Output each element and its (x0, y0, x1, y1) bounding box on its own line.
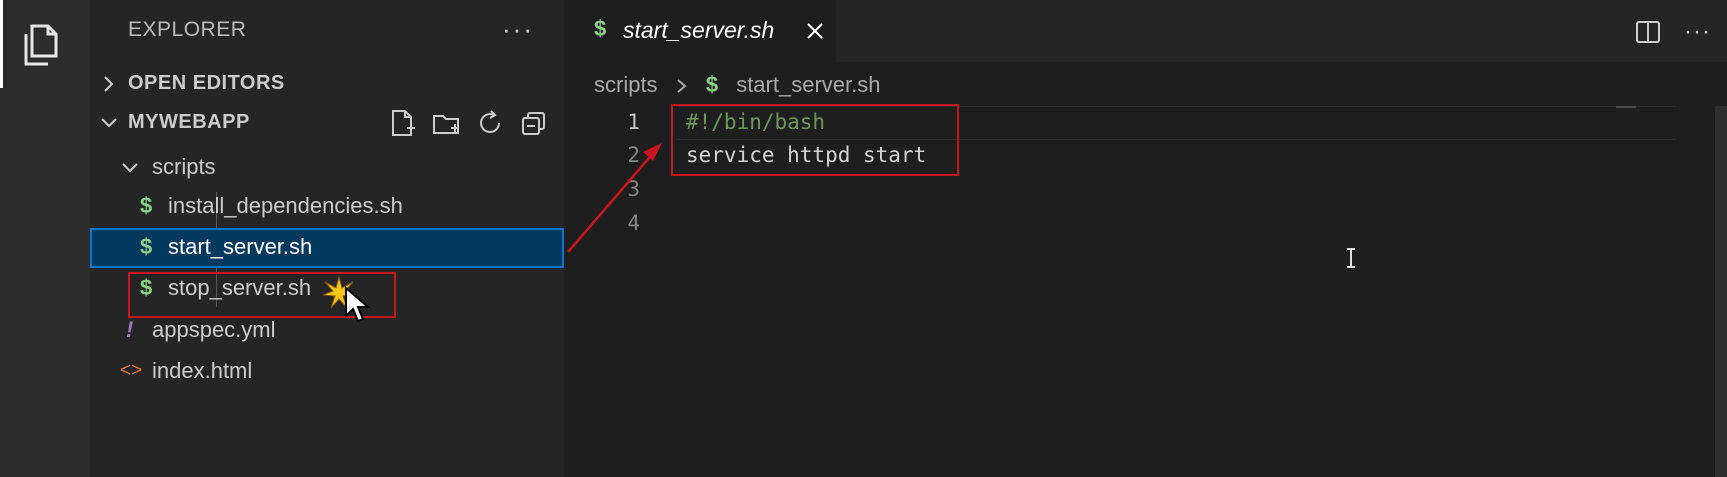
explorer-title: EXPLORER (128, 18, 247, 41)
more-actions-icon[interactable]: ··· (1684, 18, 1711, 46)
tree-item-label: appspec.yml (152, 317, 276, 342)
shell-file-icon: $ (594, 16, 607, 41)
shell-file-icon: $ (140, 234, 153, 259)
html-file-icon: <> (120, 360, 143, 381)
new-folder-icon[interactable] (431, 108, 461, 138)
tree-item-scripts[interactable]: scripts (90, 148, 564, 188)
shell-file-icon: $ (705, 72, 719, 97)
breadcrumb: scripts $ start_server.sh (594, 72, 880, 98)
collapse-all-icon[interactable] (519, 108, 549, 138)
tab-start-server[interactable]: $ start_server.sh (564, 0, 836, 62)
annotation-highlight-box (671, 104, 959, 176)
chevron-right-icon (677, 79, 687, 93)
chevron-down-icon (122, 163, 138, 173)
open-editors-section[interactable]: OPEN EDITORS (90, 63, 564, 105)
chevron-right-icon (104, 76, 114, 92)
split-editor-icon[interactable] (1634, 18, 1662, 46)
chevron-down-icon (101, 118, 117, 128)
close-icon[interactable] (804, 20, 826, 42)
open-editors-title: OPEN EDITORS (128, 72, 285, 94)
tree-item-label: scripts (152, 154, 216, 179)
tree-item-start-server[interactable]: $ start_server.sh (90, 228, 564, 268)
breadcrumb-folder[interactable]: scripts (594, 72, 658, 97)
explorer-more-button[interactable]: ··· (502, 14, 534, 45)
tab-label: start_server.sh (623, 17, 775, 43)
tree-item-label: start_server.sh (168, 234, 313, 259)
shell-file-icon: $ (140, 193, 153, 218)
vertical-scrollbar[interactable] (1715, 106, 1727, 477)
tree-item-index-html[interactable]: <> index.html (90, 352, 564, 392)
yaml-file-icon: ! (126, 317, 134, 342)
line-number: 2 (627, 143, 640, 167)
line-number: 1 (627, 110, 640, 134)
breadcrumb-file[interactable]: start_server.sh (736, 72, 880, 97)
text-cursor-icon (1347, 248, 1355, 268)
project-title: MYWEBAPP (128, 111, 250, 133)
tree-item-install-dependencies[interactable]: $ install_dependencies.sh (90, 187, 564, 227)
active-indicator (0, 0, 3, 88)
tabs-bar: $ start_server.sh ··· (564, 0, 1727, 62)
explorer-sidebar: EXPLORER ··· OPEN EDITORS MYWEBAPP scrip… (90, 0, 564, 477)
tree-item-label: install_dependencies.sh (168, 193, 403, 218)
mouse-pointer-icon (345, 286, 371, 323)
refresh-icon[interactable] (475, 108, 505, 138)
editor-area: $ start_server.sh ··· scripts $ start_se… (564, 0, 1727, 477)
line-number: 3 (627, 177, 640, 201)
new-file-icon[interactable] (387, 108, 417, 138)
project-section[interactable]: MYWEBAPP (90, 102, 564, 144)
minimap[interactable] (1616, 106, 1636, 108)
tree-item-label: index.html (152, 358, 253, 383)
line-number: 4 (627, 211, 640, 235)
activity-bar (0, 0, 90, 477)
files-icon[interactable] (18, 18, 70, 70)
